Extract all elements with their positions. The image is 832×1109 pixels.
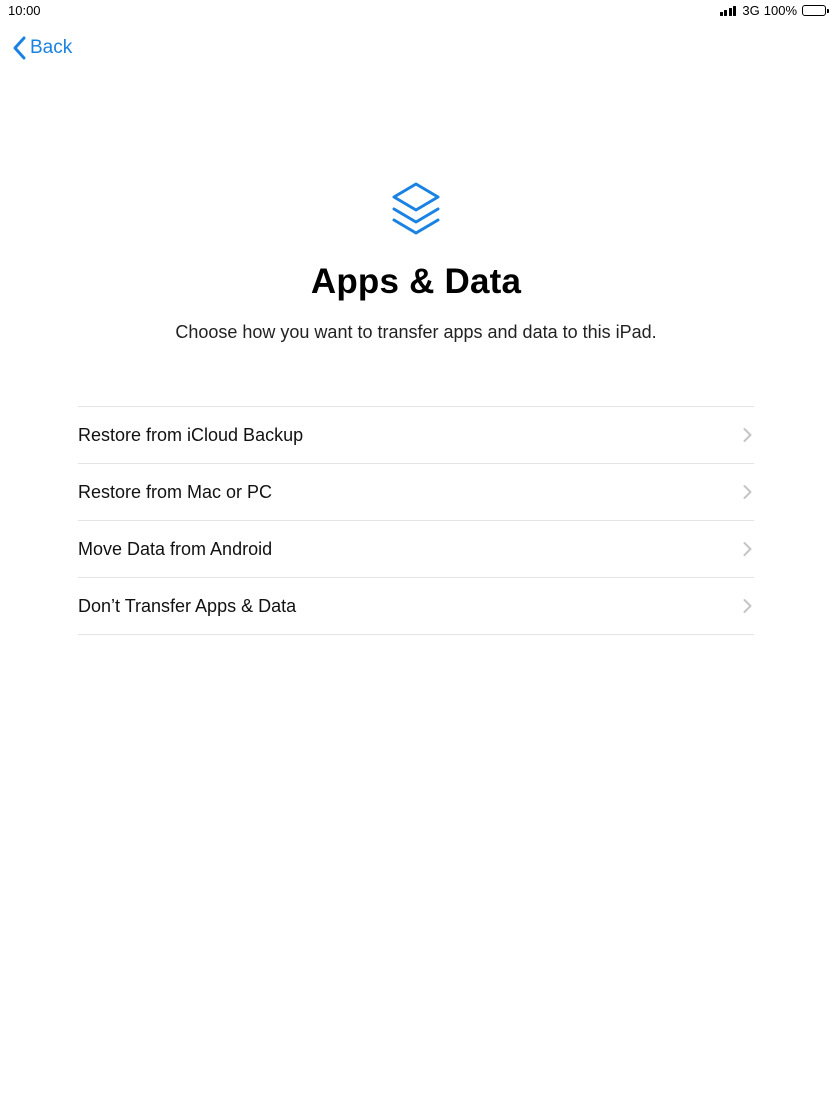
chevron-right-icon bbox=[743, 485, 752, 499]
option-restore-mac-pc[interactable]: Restore from Mac or PC bbox=[78, 464, 754, 521]
status-time: 10:00 bbox=[8, 3, 41, 18]
page-subtitle: Choose how you want to transfer apps and… bbox=[175, 322, 657, 342]
option-restore-icloud-backup[interactable]: Restore from iCloud Backup bbox=[78, 407, 754, 464]
option-label: Restore from iCloud Backup bbox=[78, 424, 304, 445]
status-indicators: 3G 100% bbox=[719, 3, 829, 18]
battery-percent: 100% bbox=[763, 3, 797, 18]
option-move-data-android[interactable]: Move Data from Android bbox=[78, 521, 754, 578]
option-label: Restore from Mac or PC bbox=[78, 481, 273, 502]
option-label: Move Data from Android bbox=[78, 538, 273, 559]
battery-icon bbox=[802, 5, 829, 16]
back-label: Back bbox=[30, 37, 73, 58]
back-button[interactable]: Back bbox=[12, 36, 72, 60]
page-title: Apps & Data bbox=[310, 262, 522, 301]
cellular-signal-icon bbox=[719, 5, 737, 16]
network-type: 3G bbox=[742, 3, 760, 18]
chevron-right-icon bbox=[743, 428, 752, 442]
option-dont-transfer[interactable]: Don’t Transfer Apps & Data bbox=[78, 578, 754, 635]
status-bar: 10:00 3G 100% bbox=[0, 0, 832, 22]
chevron-right-icon bbox=[743, 599, 752, 613]
option-label: Don’t Transfer Apps & Data bbox=[78, 595, 297, 616]
transfer-options-list: Restore from iCloud Backup Restore from … bbox=[78, 406, 754, 635]
stacked-layers-icon bbox=[392, 182, 440, 235]
chevron-right-icon bbox=[743, 542, 752, 556]
chevron-left-icon bbox=[13, 36, 26, 60]
